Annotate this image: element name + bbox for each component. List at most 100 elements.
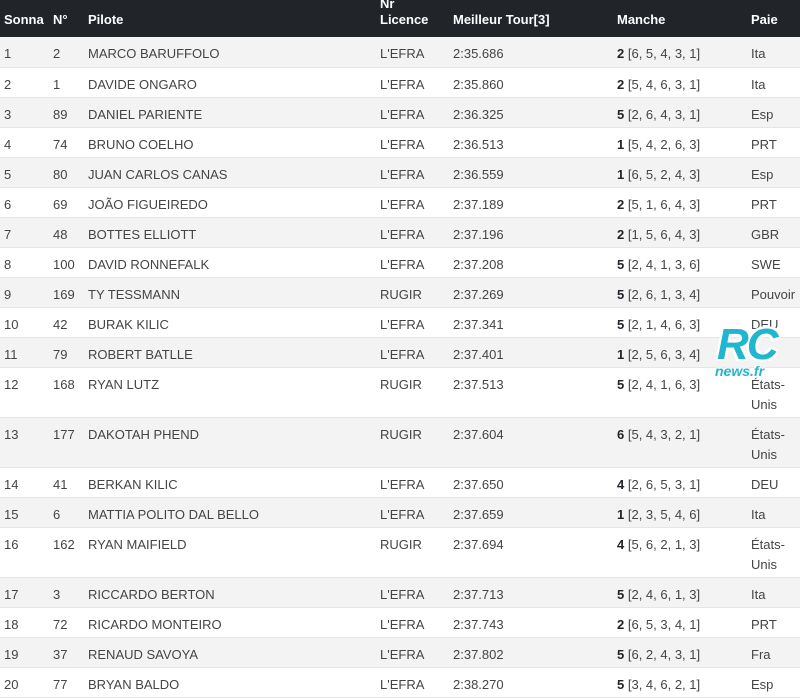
col-header-pilot[interactable]: Pilote: [84, 0, 376, 37]
cell-best-lap: 2:37.650: [449, 467, 613, 498]
cell-number: 79: [49, 337, 84, 368]
heat-list: [6, 5, 3, 4, 1]: [627, 616, 701, 632]
cell-pilot: RYAN MAIFIELD: [84, 527, 376, 578]
col-header-heat[interactable]: Manche: [613, 0, 747, 37]
cell-pilot: BOTTES ELLIOTT: [84, 217, 376, 248]
cell-licence: L'EFRA: [376, 637, 449, 668]
cell-licence: L'EFRA: [376, 37, 449, 68]
cell-licence: RUGIR: [376, 367, 449, 418]
cell-country: Ita: [747, 67, 800, 98]
heat-best: 5: [617, 676, 625, 692]
table-row: 5 80 JUAN CARLOS CANAS L'EFRA 2:36.559 1 [6, …: [0, 157, 800, 188]
cell-licence: L'EFRA: [376, 307, 449, 338]
cell-rank: 3: [0, 97, 49, 128]
cell-rank: 5: [0, 157, 49, 188]
col-header-rank[interactable]: Sonna: [0, 0, 49, 37]
heat-best: 2: [617, 46, 625, 61]
cell-country: DEU: [747, 467, 800, 498]
cell-pilot: DAVIDE ONGARO: [84, 67, 376, 98]
table-row: 10 42 BURAK KILIC L'EFRA 2:37.341 5 [2, 1, 4,…: [0, 307, 800, 338]
table-row: 12 168 RYAN LUTZ RUGIR 2:37.513 5 [2, 4, 1, 6…: [0, 367, 800, 418]
cell-number: 37: [49, 637, 84, 668]
cell-licence: L'EFRA: [376, 187, 449, 218]
cell-licence: L'EFRA: [376, 497, 449, 528]
table-row: 19 37 RENAUD SAVOYA L'EFRA 2:37.802 5 [6, 2, …: [0, 637, 800, 668]
heat-best: 5: [617, 286, 625, 302]
cell-country: Ita: [747, 577, 800, 608]
col-header-licence-label: Licence: [380, 12, 429, 27]
cell-country: États-Unis: [747, 367, 800, 418]
heat-best: 2: [617, 616, 625, 632]
cell-best-lap: 2:37.513: [449, 367, 613, 418]
cell-number: 41: [49, 467, 84, 498]
heat-best: 2: [617, 226, 625, 242]
cell-number: 72: [49, 607, 84, 638]
table-row: 11 79 ROBERT BATLLE L'EFRA 2:37.401 1 [2, 5, …: [0, 337, 800, 368]
cell-pilot: MATTIA POLITO DAL BELLO: [84, 497, 376, 528]
table-row: 18 72 RICARDO MONTEIRO L'EFRA 2:37.743 2 [6, …: [0, 607, 800, 638]
cell-heat: 5 [3, 4, 6, 2, 1]: [613, 667, 747, 698]
cell-number: 6: [49, 497, 84, 528]
heat-best: 5: [617, 316, 625, 332]
heat-list: [6, 5, 4, 3, 1]: [627, 46, 701, 61]
cell-best-lap: 2:36.513: [449, 127, 613, 158]
heat-best: 2: [617, 196, 625, 212]
cell-rank: 19: [0, 637, 49, 668]
cell-country: Pouvoir: [747, 277, 800, 308]
cell-country: PRT: [747, 187, 800, 218]
cell-pilot: RYAN LUTZ: [84, 367, 376, 418]
heat-list: [2, 6, 4, 3, 1]: [627, 106, 701, 122]
cell-best-lap: 2:37.341: [449, 307, 613, 338]
table-row: 3 89 DANIEL PARIENTE L'EFRA 2:36.325 5 [2, 6,…: [0, 97, 800, 128]
table-body: 1 2 MARCO BARUFFOLO L'EFRA 2:35.686 2 [6, 5, …: [0, 37, 800, 698]
cell-rank: 8: [0, 247, 49, 278]
heat-list: [5, 4, 2, 6, 3]: [627, 136, 701, 152]
cell-pilot: MARCO BARUFFOLO: [84, 37, 376, 68]
heat-list: [2, 6, 1, 3, 4]: [627, 286, 701, 302]
cell-rank: 16: [0, 527, 49, 578]
cell-heat: 1 [5, 4, 2, 6, 3]: [613, 127, 747, 158]
cell-pilot: BERKAN KILIC: [84, 467, 376, 498]
heat-best: 1: [617, 166, 625, 182]
heat-best: 5: [617, 256, 625, 272]
cell-best-lap: 2:37.659: [449, 497, 613, 528]
cell-heat: 5 [2, 4, 6, 1, 3]: [613, 577, 747, 608]
cell-country: PRT: [747, 607, 800, 638]
cell-rank: 14: [0, 467, 49, 498]
heat-list: [2, 3, 5, 4, 6]: [627, 506, 701, 522]
cell-heat: 2 [6, 5, 3, 4, 1]: [613, 607, 747, 638]
cell-number: 69: [49, 187, 84, 218]
cell-number: 77: [49, 667, 84, 698]
col-header-licence[interactable]: Nr Licence: [376, 0, 449, 37]
cell-heat: 2 [5, 4, 6, 3, 1]: [613, 67, 747, 98]
cell-licence: L'EFRA: [376, 127, 449, 158]
cell-best-lap: 2:37.713: [449, 577, 613, 608]
cell-country: Esp: [747, 157, 800, 188]
cell-rank: 18: [0, 607, 49, 638]
cell-licence: RUGIR: [376, 417, 449, 468]
col-header-country[interactable]: Paie: [747, 0, 800, 37]
col-header-number[interactable]: N°: [49, 0, 84, 37]
heat-best: 5: [617, 376, 625, 392]
cell-rank: 4: [0, 127, 49, 158]
cell-rank: 12: [0, 367, 49, 418]
cell-pilot: ROBERT BATLLE: [84, 337, 376, 368]
cell-pilot: BURAK KILIC: [84, 307, 376, 338]
cell-heat: 6 [5, 4, 3, 2, 1]: [613, 417, 747, 468]
cell-pilot: TY TESSMANN: [84, 277, 376, 308]
header-row: Sonna N° Pilote Nr Licence Meilleur Tour…: [0, 0, 800, 37]
heat-best: 5: [617, 646, 625, 662]
cell-licence: L'EFRA: [376, 667, 449, 698]
heat-best: 1: [617, 136, 625, 152]
col-header-best-lap[interactable]: Meilleur Tour[3]: [449, 0, 613, 37]
heat-best: 5: [617, 586, 625, 602]
cell-heat: 4 [5, 6, 2, 1, 3]: [613, 527, 747, 578]
table-row: 13 177 DAKOTAH PHEND RUGIR 2:37.604 6 [5, 4, …: [0, 417, 800, 468]
cell-best-lap: 2:35.860: [449, 67, 613, 98]
table-row: 8 100 DAVID RONNEFALK L'EFRA 2:37.208 5 [2, 4…: [0, 247, 800, 278]
heat-list: [5, 4, 6, 3, 1]: [627, 76, 701, 92]
cell-number: 74: [49, 127, 84, 158]
cell-pilot: DAVID RONNEFALK: [84, 247, 376, 278]
cell-licence: RUGIR: [376, 527, 449, 578]
cell-best-lap: 2:37.208: [449, 247, 613, 278]
